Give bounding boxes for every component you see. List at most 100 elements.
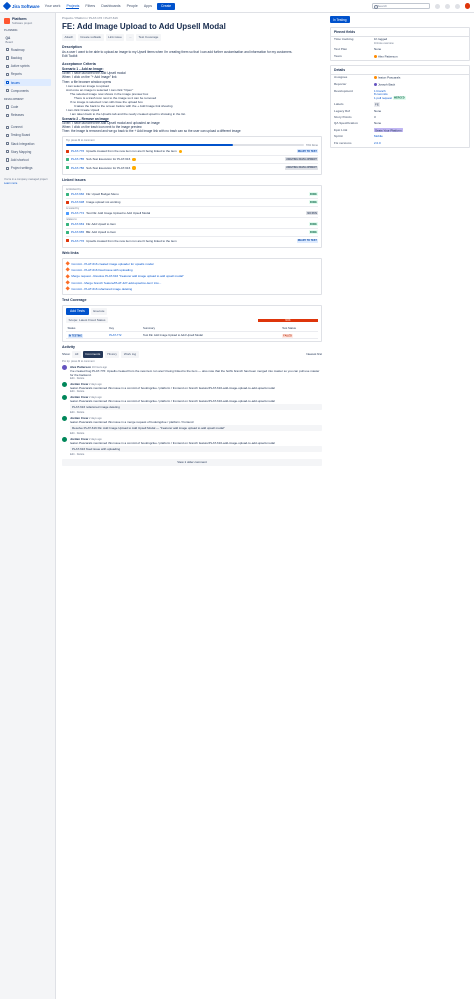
nav-your-work[interactable]: Your work: [45, 4, 61, 9]
bug-icon: [66, 239, 69, 243]
gitlab-icon: [65, 286, 71, 292]
edit-link[interactable]: Edit: [70, 390, 74, 393]
link-issue-button[interactable]: Link issue: [105, 34, 125, 41]
pull-request-link[interactable]: 1 pull request: [374, 96, 392, 100]
nav-filters[interactable]: Filters: [85, 4, 95, 9]
table-row[interactable]: IN TESTING PLAT-772 Test FE: Add Image Upl…: [66, 331, 318, 340]
field-fix-versions[interactable]: Fix versions 2.0.0: [331, 140, 469, 146]
sidebar-item-story-mapping[interactable]: Story Mapping: [4, 148, 51, 155]
sidebar-item-add-shortcut[interactable]: Add shortcut: [4, 156, 51, 163]
child-issue-row[interactable]: PLAT-786 Sub-Test Execution for PLAT-616 A…: [66, 164, 318, 172]
field-reporter[interactable]: Reporter Joseph Back: [331, 82, 469, 89]
field-assignee[interactable]: Assignee Ieaton Pascarals: [331, 75, 469, 82]
sidebar-item-slack[interactable]: Slack Integration: [4, 140, 51, 147]
comment: Jordan Crew 2 days ago Ieaton Pascarals m…: [62, 381, 322, 393]
nav-projects[interactable]: Projects: [66, 4, 80, 9]
sidebar-item-roadmap[interactable]: Roadmap: [4, 46, 51, 53]
issue-title[interactable]: FE: Add Image Upload to Add Upsell Modal: [62, 22, 322, 31]
linked-issue-row[interactable]: PLAT-666 FE: Upsell Budget Menu DONE: [66, 191, 318, 199]
edit-link[interactable]: Edit: [70, 411, 74, 414]
status-dropdown[interactable]: In Testing: [330, 16, 350, 23]
execute-button[interactable]: Execute: [90, 307, 108, 315]
slack-icon: [5, 142, 9, 146]
sidebar-item-testing-board[interactable]: Testing Board: [4, 132, 51, 139]
delete-link[interactable]: Delete: [77, 453, 85, 456]
story-icon: [66, 192, 69, 196]
project-header[interactable]: Platform Software project: [4, 17, 51, 25]
sidebar-item-connect[interactable]: Connect: [4, 124, 51, 131]
merged-badge: MERGED: [392, 96, 406, 101]
more-button[interactable]: ...: [126, 34, 134, 41]
tab-work-log[interactable]: Work log: [121, 350, 139, 358]
user-avatar[interactable]: [464, 3, 470, 9]
components-icon: [5, 89, 9, 93]
test-key-link[interactable]: PLAT-772: [107, 331, 142, 340]
attach-button[interactable]: Attach: [62, 34, 76, 41]
settings-icon[interactable]: [454, 3, 460, 9]
view-older-button[interactable]: View 1 older comment: [62, 458, 322, 466]
sort-toggle[interactable]: Newest first: [306, 352, 322, 356]
delete-link[interactable]: Delete: [77, 432, 85, 435]
linked-issue-row[interactable]: PLAT-665 BE: Add Upsell to Item DONE: [66, 229, 318, 237]
tab-all[interactable]: All: [72, 350, 81, 358]
child-issue-row[interactable]: PLAT-776 Upsells created from the new ite…: [66, 148, 318, 156]
linked-issue-row[interactable]: PLAT-663 FE: Add Upsell to Item DONE: [66, 221, 318, 229]
nav-dashboards[interactable]: Dashboards: [101, 4, 120, 9]
delete-link[interactable]: Delete: [77, 390, 85, 393]
web-link[interactable]: Commit - PLAT-616 refactored image delet…: [65, 286, 318, 292]
nav-people[interactable]: People: [127, 4, 138, 9]
add-tests-button[interactable]: Add Tests: [66, 307, 89, 315]
linked-issue-row[interactable]: PLAT-776 Upsells created from the new ite…: [66, 237, 318, 245]
acceptance-heading: Acceptance Criteria: [62, 61, 96, 66]
field-team[interactable]: Team Alex Patterson: [331, 53, 469, 60]
linked-issue-row[interactable]: PLAT-772 Test FE: Add Image Upload to Add…: [66, 210, 318, 218]
delete-link[interactable]: Delete: [77, 377, 85, 380]
test-coverage-button[interactable]: Test Coverage: [135, 34, 161, 41]
avatar: [62, 415, 67, 421]
breadcrumb[interactable]: Projects / Platform / PLAT-176 / PLAT-61…: [62, 16, 322, 20]
avatar: [62, 436, 67, 442]
connect-icon: [5, 125, 9, 129]
create-subtask-button[interactable]: Create subtask: [77, 34, 104, 41]
learn-more-link[interactable]: Learn more: [4, 182, 17, 185]
tab-history[interactable]: History: [104, 350, 120, 358]
reports-icon: [5, 72, 9, 76]
pinned-header[interactable]: Pinned fields: [331, 28, 469, 37]
sidebar-item-components[interactable]: Components: [4, 87, 51, 94]
create-button[interactable]: Create: [157, 2, 176, 10]
child-issue-row[interactable]: PLAT-785 Sub-Test Execution for PLAT-616 A…: [66, 156, 318, 164]
edit-link[interactable]: Edit: [70, 377, 74, 380]
assignee-avatar: [132, 157, 136, 162]
nav-apps[interactable]: Apps: [144, 4, 152, 9]
help-icon[interactable]: [444, 3, 450, 9]
search-input[interactable]: Search: [371, 3, 430, 10]
gitlab-icon: [65, 273, 71, 279]
delete-link[interactable]: Delete: [77, 411, 85, 414]
code-icon: [5, 105, 9, 109]
sidebar-item-active-sprints[interactable]: Active sprints: [4, 63, 51, 70]
tab-comments[interactable]: Comments: [82, 350, 103, 358]
activity-filter: Show: All Comments History Work log Newe…: [62, 350, 322, 358]
sidebar-item-issues[interactable]: Issues: [4, 78, 51, 87]
notifications-icon[interactable]: [434, 3, 440, 9]
field-time-tracking[interactable]: Time tracking 1h logged 1h/note overview: [331, 37, 469, 47]
board-selector[interactable]: QA Board: [4, 34, 51, 45]
avatar: [62, 381, 67, 387]
sidebar-item-releases[interactable]: Releases: [4, 112, 51, 119]
details-header[interactable]: Details: [331, 66, 469, 76]
jira-logo[interactable]: Jira Software: [2, 1, 40, 11]
edit-link[interactable]: Edit: [70, 453, 74, 456]
roadmap-icon: [5, 48, 9, 52]
linked-issue-row[interactable]: PLAT-638 Image upload not working DONE: [66, 199, 318, 207]
sidebar-item-reports[interactable]: Reports: [4, 71, 51, 78]
sidebar-item-backlog[interactable]: Backlog: [4, 54, 51, 61]
sidebar-item-project-settings[interactable]: Project settings: [4, 165, 51, 172]
sidebar-item-code[interactable]: Code: [4, 103, 51, 110]
gitlab-icon: [65, 280, 71, 285]
linked-issues-heading: Linked issues: [62, 177, 86, 182]
scope-select[interactable]: Scope: Latest Fixed Status: [66, 316, 108, 324]
jira-logo-icon: [2, 1, 12, 11]
edit-link[interactable]: Edit: [70, 432, 74, 435]
figma-link[interactable]: Edit Toolkit: [62, 54, 322, 58]
comment: Jordan Crew 2 days ago Ieaton Pascarals m…: [62, 436, 322, 456]
